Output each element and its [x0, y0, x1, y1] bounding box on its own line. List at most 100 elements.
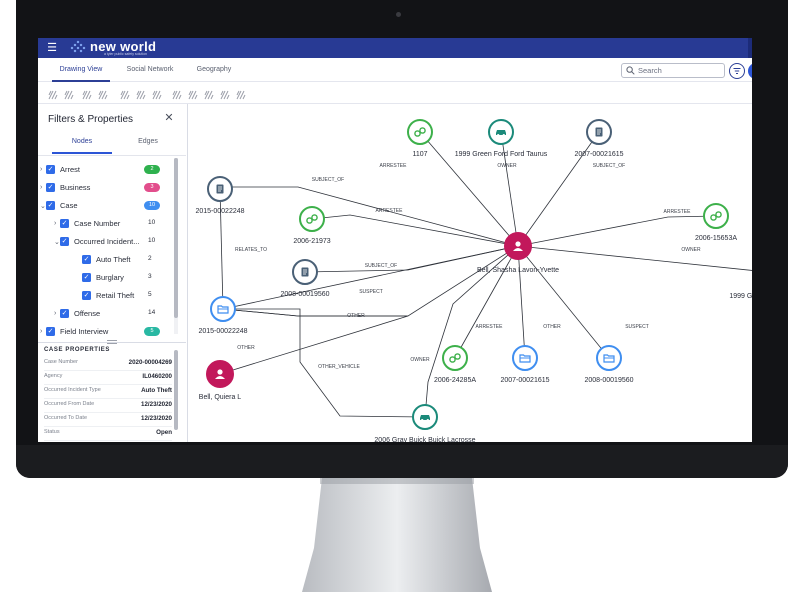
checkbox[interactable]: ✓	[82, 255, 91, 264]
tree-item[interactable]: › ✓ Field Interview 5	[38, 324, 178, 340]
checkbox[interactable]: ✓	[60, 237, 69, 246]
node-label: 2006 Gray Buick Buick Lacrosse	[374, 437, 475, 442]
graph-edge[interactable]	[311, 214, 519, 247]
checkbox[interactable]: ✓	[46, 183, 55, 192]
graph-node-arrest[interactable]	[299, 206, 325, 232]
checkbox[interactable]: ✓	[82, 291, 91, 300]
search-input[interactable]: Search	[621, 63, 725, 78]
tree-item[interactable]: ⌄ ✓ Case 10	[38, 198, 178, 214]
tree-item[interactable]: › ✓ Business 3	[38, 180, 178, 196]
toolbar-tool-icon[interactable]	[98, 87, 108, 100]
graph-node-document[interactable]	[207, 176, 233, 202]
checkbox[interactable]: ✓	[46, 201, 55, 210]
toolbar-tool-icon[interactable]	[236, 87, 246, 100]
node-label: Bell, Quiera L	[199, 394, 242, 401]
graph-edge[interactable]	[219, 186, 519, 247]
chevron-right-icon[interactable]: ›	[40, 166, 42, 173]
tab-geography[interactable]: Geography	[188, 58, 240, 82]
filter-button[interactable]	[729, 63, 745, 79]
graph-edge[interactable]	[222, 245, 519, 317]
tree-item[interactable]: ✓ Auto Theft 2	[38, 252, 178, 268]
toolbar-tool-icon[interactable]	[64, 87, 74, 100]
graph-edge[interactable]	[223, 308, 426, 418]
tab-nodes[interactable]: Nodes	[52, 138, 112, 154]
graph-node-document[interactable]	[586, 119, 612, 145]
tree-item[interactable]: › ✓ Offense 14	[38, 306, 178, 322]
tree-item[interactable]: ✓ Retail Theft 5	[38, 288, 178, 304]
toolbar-tool-icon[interactable]	[204, 87, 214, 100]
chevron-down-icon[interactable]: ⌄	[40, 202, 46, 210]
graph-edge[interactable]	[517, 245, 610, 359]
tree-item[interactable]: ⌄ ✓ Occurred Incident... 10	[38, 234, 178, 250]
checkbox[interactable]: ✓	[46, 327, 55, 336]
side-action-button[interactable]	[748, 63, 752, 79]
graph-node-arrest[interactable]	[407, 119, 433, 145]
toolbar-tool-icon[interactable]	[188, 87, 198, 100]
checkbox[interactable]: ✓	[82, 273, 91, 282]
graph-edge[interactable]	[454, 245, 519, 359]
toolbar-tool-icon[interactable]	[48, 87, 58, 100]
toolbar-tool-icon[interactable]	[220, 87, 230, 100]
toolbar-tool-icon[interactable]	[136, 87, 146, 100]
graph-node-person[interactable]	[206, 360, 234, 388]
chevron-right-icon[interactable]: ›	[40, 184, 42, 191]
tabs-divider	[38, 155, 186, 156]
graph-node-case[interactable]	[596, 345, 622, 371]
toolbar-tool-icon[interactable]	[152, 87, 162, 100]
monitor-chin	[16, 445, 788, 478]
graph-node-vehicle[interactable]	[412, 404, 438, 430]
node-label: 1107	[412, 151, 427, 158]
graph-edge[interactable]	[222, 245, 519, 310]
checkbox[interactable]: ✓	[60, 309, 69, 318]
graph-edge[interactable]	[517, 245, 526, 359]
graph-canvas[interactable]: ARRESTEE OWNER SUBJECT_OF SUBJECT_OF ARRESTE…	[188, 104, 752, 442]
toolbar-tool-icon[interactable]	[82, 87, 92, 100]
tab-edges[interactable]: Edges	[118, 138, 178, 154]
toolbar-tool-icon[interactable]	[172, 87, 182, 100]
graph-edge[interactable]	[517, 131, 600, 247]
properties-scrollbar[interactable]	[174, 350, 178, 430]
graph-node-arrest[interactable]	[442, 345, 468, 371]
node-label: 2006-21973	[293, 238, 330, 245]
chevron-right-icon[interactable]: ›	[40, 328, 42, 335]
item-count: 10	[148, 219, 156, 226]
graph-node-vehicle[interactable]	[488, 119, 514, 145]
tree-item[interactable]: ✓ Burglary 3	[38, 270, 178, 286]
property-key: Agency	[44, 373, 63, 379]
graph-node-person[interactable]	[504, 232, 532, 260]
checkbox[interactable]: ✓	[46, 165, 55, 174]
node-label: 2007-00021615	[574, 151, 623, 158]
hamburger-icon[interactable]: ☰	[46, 42, 58, 54]
chevron-right-icon[interactable]: ›	[54, 310, 56, 317]
splitter-grip-icon[interactable]	[107, 340, 117, 344]
link-analysis-graph[interactable]: ARRESTEE OWNER SUBJECT_OF SUBJECT_OF ARRESTE…	[188, 104, 752, 442]
brand-tagline: a tyler public safety solution	[104, 52, 147, 56]
graph-node-document[interactable]	[292, 259, 318, 285]
graph-edge[interactable]	[517, 215, 717, 247]
property-value: IL0460200	[142, 373, 172, 380]
graph-node-case[interactable]	[512, 345, 538, 371]
tab-social-network[interactable]: Social Network	[118, 58, 182, 82]
toolbar-tool-icon[interactable]	[120, 87, 130, 100]
tree-item-label: Business	[60, 183, 91, 192]
tree-item[interactable]: › ✓ Case Number 10	[38, 216, 178, 232]
graph-edge[interactable]	[219, 188, 224, 310]
edge-label: SUBJECT_OF	[365, 263, 398, 269]
property-value: 12/23/2020	[141, 401, 172, 408]
graph-node-case[interactable]	[210, 296, 236, 322]
close-icon[interactable]: ✕	[164, 113, 174, 124]
chevron-down-icon[interactable]: ⌄	[54, 238, 60, 246]
tab-drawing-view[interactable]: Drawing View	[52, 58, 110, 82]
tree-item-label: Auto Theft	[96, 255, 131, 264]
graph-node-arrest[interactable]	[703, 203, 729, 229]
graph-edge[interactable]	[219, 308, 409, 375]
edge-label: ARRESTEE	[380, 163, 408, 169]
document-icon	[216, 184, 224, 194]
chevron-right-icon[interactable]: ›	[54, 220, 56, 227]
property-value: 12/23/2020	[141, 415, 172, 422]
edge-label: OWNER	[681, 247, 701, 253]
tree-item[interactable]: › ✓ Arrest 2	[38, 162, 178, 178]
tree-scrollbar-thumb[interactable]	[174, 158, 178, 318]
count-badge: 3	[144, 183, 160, 192]
checkbox[interactable]: ✓	[60, 219, 69, 228]
